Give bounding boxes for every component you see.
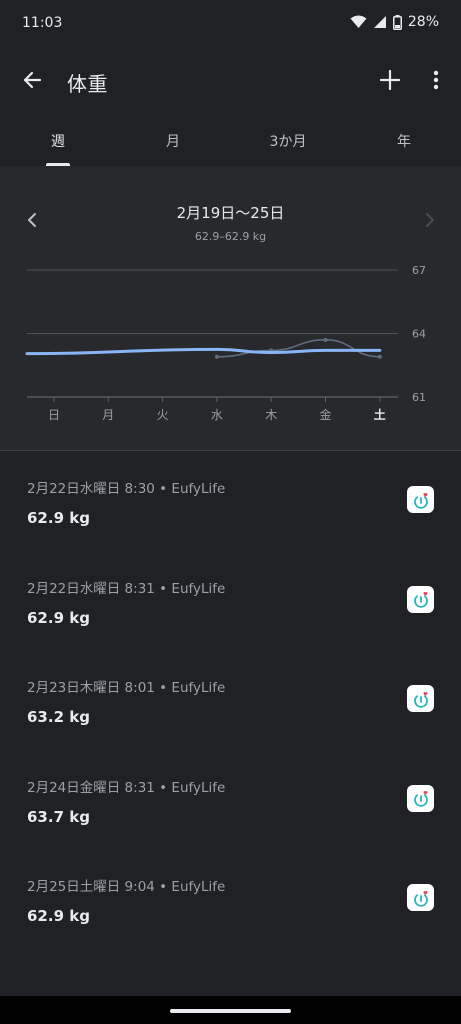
x-tick-label: 土	[374, 407, 386, 422]
list-item[interactable]: 2月24日金曜日 8:31 • EufyLife 63.7 kg	[0, 750, 461, 850]
battery-percent: 28%	[407, 14, 439, 30]
eufylife-app-icon	[407, 585, 434, 613]
y-tick-label: 64	[412, 328, 426, 341]
tab-week-label: 週	[51, 134, 65, 150]
more-vert-icon	[433, 70, 439, 90]
entry-meta: 2月22日水曜日 8:31 • EufyLife	[27, 580, 226, 597]
add-button[interactable]	[372, 62, 408, 98]
entry-weight: 63.7 kg	[27, 807, 90, 826]
arrow-back-icon	[23, 71, 42, 89]
more-options-button[interactable]	[420, 62, 452, 98]
entry-meta: 2月22日水曜日 8:30 • EufyLife	[27, 481, 226, 497]
tab-3months[interactable]: 3か月	[252, 116, 324, 166]
power-heart-icon	[413, 492, 428, 509]
eufylife-app-icon	[407, 486, 434, 513]
entry-weight: 62.9 kg	[27, 907, 90, 925]
tab-year-label: 年	[397, 134, 411, 150]
x-tick-label: 月	[102, 408, 114, 422]
power-heart-icon	[413, 890, 428, 907]
tab-year[interactable]: 年	[374, 116, 434, 166]
entry-meta: 2月25日土曜日 9:04 • EufyLife	[27, 879, 226, 895]
tab-month-label: 月	[166, 134, 180, 150]
gesture-handle[interactable]	[170, 1009, 291, 1013]
chart-panel: 2月19日〜25日 62.9–62.9 kg 67 64 61 日月火水木金土	[0, 166, 461, 450]
back-button[interactable]	[14, 62, 50, 98]
status-icons: 28%	[350, 14, 439, 30]
trend-line	[25, 347, 382, 356]
entry-weight: 63.2 kg	[27, 708, 90, 726]
tab-week[interactable]: 週	[28, 116, 88, 166]
eufylife-app-icon	[407, 884, 434, 911]
entry-weight: 62.9 kg	[27, 509, 90, 527]
x-tick-label: 日	[48, 408, 60, 422]
y-tick-label: 67	[412, 264, 426, 277]
weight-chart: 67 64 61 日 月 火 水 木 金 土	[25, 264, 426, 422]
status-bar: 11:03 28%	[0, 0, 461, 48]
status-time: 11:03	[22, 15, 63, 31]
measurement-line	[216, 339, 381, 358]
data-point	[214, 354, 219, 359]
entry-meta: 2月24日金曜日 8:31 • EufyLife	[27, 779, 226, 796]
signal-icon	[373, 16, 386, 28]
wifi-icon	[350, 15, 367, 28]
battery-icon	[392, 14, 402, 30]
list-item[interactable]: 2月22日水曜日 8:30 • EufyLife 62.9 kg	[0, 451, 461, 551]
x-tick-label: 金	[319, 407, 331, 422]
tab-month[interactable]: 月	[143, 116, 203, 166]
weight-entries-list: 2月22日水曜日 8:30 • EufyLife 62.9 kg 2月22日水曜…	[0, 451, 461, 949]
list-item[interactable]: 2月25日土曜日 9:04 • EufyLife 62.9 kg	[0, 849, 461, 949]
page-title: 体重	[67, 72, 108, 96]
x-tick-label: 水	[211, 408, 223, 422]
data-point	[323, 337, 328, 342]
power-heart-icon	[413, 691, 428, 708]
y-tick-label: 61	[412, 391, 426, 404]
power-heart-icon	[413, 790, 428, 807]
power-heart-icon	[413, 591, 428, 608]
plus-icon	[380, 70, 400, 90]
eufylife-app-icon	[407, 685, 434, 712]
entry-weight: 62.9 kg	[27, 608, 90, 627]
data-point	[377, 354, 382, 359]
list-item[interactable]: 2月22日水曜日 8:31 • EufyLife 62.9 kg	[0, 551, 461, 651]
x-tick-label: 木	[265, 408, 277, 422]
entry-meta: 2月23日木曜日 8:01 • EufyLife	[27, 680, 226, 696]
period-tabs: 週 月 3か月 年	[0, 116, 461, 166]
tab-3months-label: 3か月	[269, 134, 307, 150]
list-item[interactable]: 2月23日木曜日 8:01 • EufyLife 63.2 kg	[0, 650, 461, 750]
app-bar: 体重	[0, 48, 461, 116]
x-tick-label: 火	[157, 408, 169, 422]
eufylife-app-icon	[407, 784, 434, 812]
